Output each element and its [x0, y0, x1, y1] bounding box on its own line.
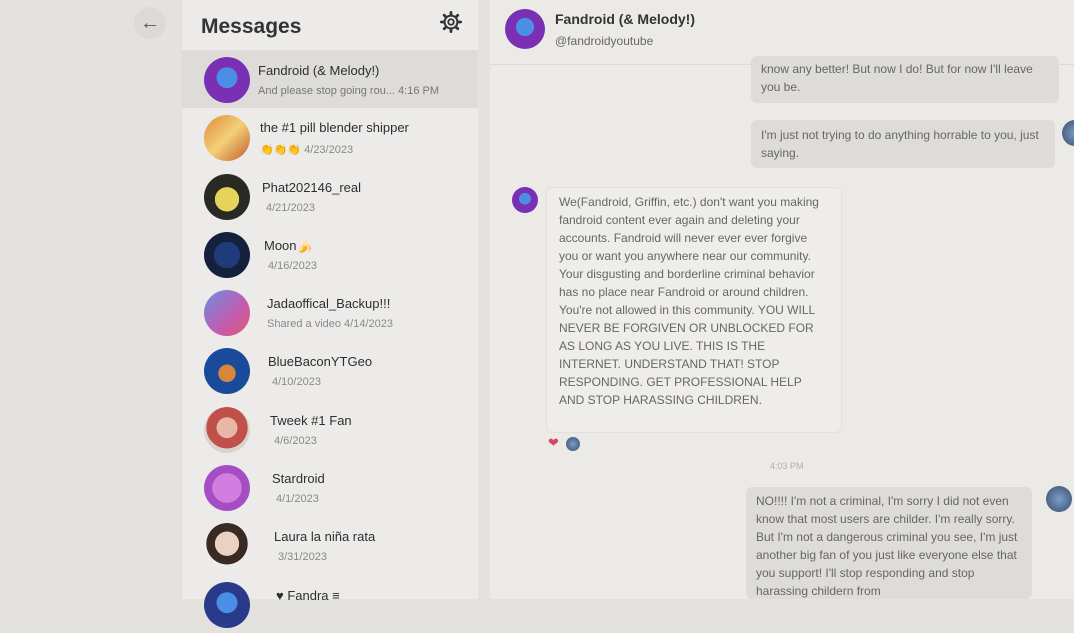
back-button[interactable]: ← [134, 7, 166, 39]
conversation-item[interactable]: Tweek #1 Fan 4/6/2023 [182, 400, 478, 458]
message-timestamp: 4:03 PM [770, 461, 804, 471]
conversation-preview: 4/6/2023 [274, 434, 317, 447]
messages-title: Messages [201, 15, 302, 38]
conversation-name: Moon🍌 [264, 237, 313, 253]
chat-contact-name[interactable]: Fandroid (& Melody!) [555, 11, 695, 27]
avatar [204, 290, 250, 337]
conversation-item[interactable]: Moon🍌 4/16/2023 [182, 225, 478, 283]
conversation-name: Laura la niña rata [274, 529, 376, 545]
conversation-item[interactable]: the #1 pill blender shipper 👏👏👏 4/23/202… [182, 108, 478, 166]
avatar [204, 173, 250, 220]
conversation-name: Fandroid (& Melody!) [258, 63, 380, 78]
conversation-name: Stardroid [272, 471, 325, 487]
avatar [204, 523, 250, 570]
conversation-item[interactable]: Fandroid (& Melody!) And please stop goi… [182, 50, 478, 109]
conversation-item[interactable]: Phat202146_real 4/21/2023 [182, 167, 478, 225]
avatar [204, 115, 250, 162]
conversation-preview: 4/21/2023 [266, 201, 315, 214]
conversation-name: BlueBaconYTGeo [268, 354, 373, 370]
conversation-item[interactable]: Laura la niña rata 3/31/2023 [182, 516, 478, 574]
avatar [204, 406, 250, 453]
chat-contact-handle: @fandroidyoutube [555, 34, 654, 48]
conversation-preview: 3/31/2023 [278, 551, 327, 564]
heart-reaction-icon[interactable]: ❤ [548, 435, 559, 451]
avatar [204, 57, 250, 103]
conversation-name: Tweek #1 Fan [270, 412, 352, 428]
conversation-item[interactable]: ♥ Fandra ≡ [182, 575, 478, 633]
avatar [204, 465, 250, 512]
avatar [204, 348, 250, 395]
message-bubble-outgoing: know any better! But now I do! But for n… [751, 56, 1059, 103]
back-arrow-icon: ← [140, 11, 160, 34]
avatar [512, 187, 538, 213]
conversation-name: ♥ Fandra ≡ [276, 587, 340, 603]
conversation-preview: 4/10/2023 [272, 376, 321, 389]
gear-icon[interactable] [440, 11, 462, 33]
messages-header: Messages [182, 0, 478, 50]
conversation-name: Phat202146_real [262, 179, 362, 195]
conversation-preview: And please stop going rou... 4:16 PM [258, 85, 440, 97]
avatar [566, 437, 580, 451]
conversation-name: Jadaoffical_Backup!!! [267, 296, 391, 312]
conversation-preview: 4/16/2023 [268, 259, 317, 272]
avatar [1062, 120, 1074, 146]
avatar [204, 581, 250, 628]
conversation-list: Fandroid (& Melody!) And please stop goi… [182, 50, 478, 633]
avatar [204, 231, 250, 278]
avatar[interactable] [505, 9, 545, 49]
message-bubble-outgoing: NO!!!! I'm not a criminal, I'm sorry I d… [746, 487, 1032, 599]
conversation-preview: 4/1/2023 [276, 493, 319, 506]
conversation-item[interactable]: Jadaoffical_Backup!!! Shared a video 4/1… [182, 283, 478, 341]
conversation-preview: Shared a video 4/14/2023 [267, 318, 393, 331]
message-bubble-incoming: We(Fandroid, Griffin, etc.) don't want y… [546, 187, 842, 433]
chat-panel: Fandroid (& Melody!) @fandroidyoutube kn… [490, 0, 1074, 599]
conversation-item[interactable]: BlueBaconYTGeo 4/10/2023 [182, 341, 478, 399]
messages-panel: Messages Fandroid (& Melody!) And please… [182, 0, 478, 628]
avatar [1046, 486, 1072, 512]
conversation-item[interactable]: Stardroid 4/1/2023 [182, 458, 478, 516]
conversation-preview: 👏👏👏 4/23/2023 [260, 144, 354, 157]
conversation-name: the #1 pill blender shipper [260, 120, 409, 136]
message-bubble-outgoing: I'm just not trying to do anything horra… [751, 120, 1055, 168]
